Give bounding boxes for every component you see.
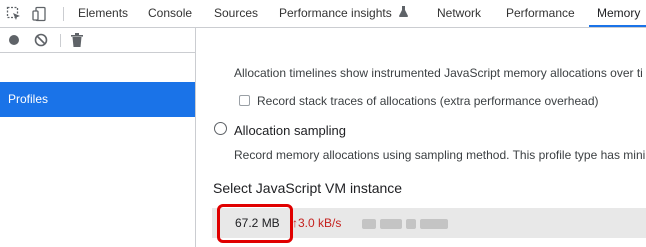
tab-console[interactable]: Console (148, 0, 192, 27)
flask-icon (399, 0, 409, 27)
clear-icon[interactable] (32, 31, 50, 49)
vm-allocation-rate: ↑3.0 kB/s (292, 216, 342, 230)
vm-instance-heading: Select JavaScript VM instance (213, 180, 403, 196)
sidebar-item-profiles[interactable]: Profiles (0, 82, 195, 117)
toolbar-divider (63, 7, 64, 21)
record-stack-traces-label: Record stack traces of allocations (extr… (257, 94, 599, 108)
redacted-instance-url (362, 216, 454, 230)
allocation-sampling-label: Allocation sampling (234, 123, 347, 138)
tab-network[interactable]: Network (437, 0, 481, 27)
record-icon[interactable] (5, 31, 23, 49)
tab-elements[interactable]: Elements (78, 0, 128, 27)
allocation-sampling-description: Record memory allocations using sampling… (234, 148, 646, 162)
device-toolbar-icon[interactable] (30, 4, 50, 24)
record-stack-traces-checkbox[interactable] (239, 95, 250, 106)
memory-toolbar (0, 28, 195, 53)
toolbar-divider (60, 34, 61, 47)
inspect-element-icon[interactable] (4, 4, 24, 24)
devtools-tab-bar: Elements Console Sources Performance ins… (0, 0, 646, 28)
highlight-annotation (217, 204, 293, 243)
tab-performance[interactable]: Performance (506, 0, 575, 27)
tab-performance-insights-label: Performance insights (279, 6, 392, 20)
profiles-sidebar: Profiles (0, 28, 196, 247)
allocation-timeline-description: Allocation timelines show instrumented J… (234, 66, 643, 80)
allocation-sampling-radio[interactable] (214, 122, 227, 135)
tab-memory[interactable]: Memory (589, 0, 646, 27)
tab-performance-insights[interactable]: Performance insights (279, 0, 409, 27)
trash-icon[interactable] (68, 31, 86, 49)
tab-sources[interactable]: Sources (214, 0, 258, 27)
